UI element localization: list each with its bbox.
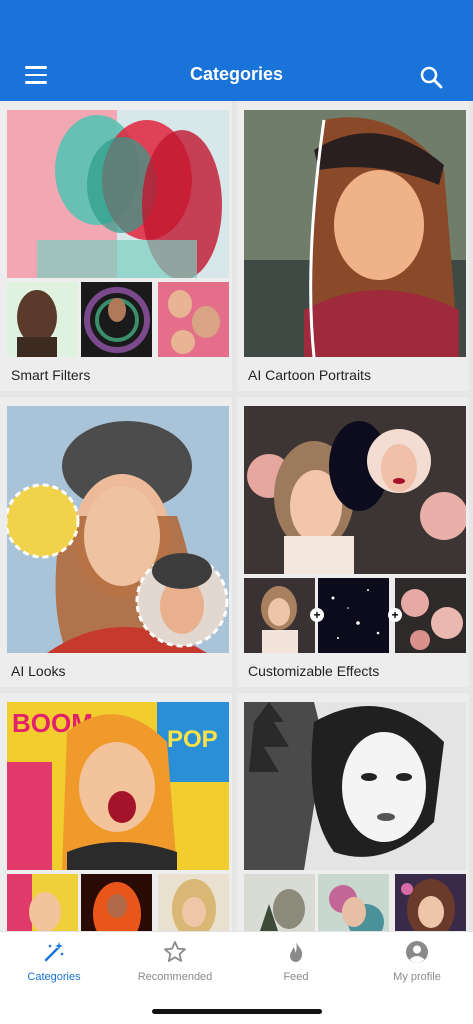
tab-categories[interactable]: Categories: [0, 940, 113, 983]
category-card-customizable-effects[interactable]: + + Customizable Effects: [237, 397, 469, 687]
category-card-ai-looks[interactable]: AI Looks: [0, 397, 232, 687]
category-card-ai-cartoon-portraits[interactable]: AI Cartoon Portraits: [237, 101, 469, 391]
plus-icon: +: [310, 608, 324, 622]
app-header: Categories: [0, 0, 473, 101]
tab-label: Feed: [283, 971, 309, 983]
category-thumbnail: [244, 578, 315, 653]
category-thumbnail: [395, 874, 466, 931]
category-label: Customizable Effects: [248, 663, 380, 679]
plus-icon: +: [388, 608, 402, 622]
star-icon: [164, 941, 186, 962]
flame-icon: [290, 942, 303, 962]
category-card-double-exposure[interactable]: [237, 693, 469, 931]
category-thumbnail: [318, 874, 389, 931]
category-thumbnail: [158, 282, 229, 357]
category-card-smart-filters[interactable]: Smart Filters: [0, 101, 232, 391]
tab-label: Recommended: [137, 971, 213, 983]
category-thumbnail: [81, 282, 152, 357]
tab-label: Categories: [27, 971, 81, 983]
category-grid: Smart Filters AI Cartoon Portraits AI Lo…: [0, 101, 473, 931]
category-thumbnail: [7, 874, 78, 931]
page-title: Categories: [189, 64, 284, 84]
category-label: AI Looks: [11, 663, 66, 679]
category-thumbnail: [81, 874, 152, 931]
category-label: Smart Filters: [11, 367, 91, 383]
search-button[interactable]: [418, 64, 444, 90]
category-card-pop-art[interactable]: BOOM POP: [0, 693, 232, 931]
category-thumbnail: [158, 874, 229, 931]
tab-my-profile[interactable]: My profile: [358, 940, 473, 983]
category-thumbnail: [395, 578, 466, 653]
category-cover-image: BOOM POP: [7, 702, 229, 870]
category-cover-image: [244, 110, 466, 357]
svg-text:POP: POP: [167, 726, 218, 753]
category-thumbnail: [318, 578, 389, 653]
avatar-icon: [406, 941, 428, 963]
category-cover-image: [244, 406, 466, 574]
category-cover-image: [7, 406, 229, 653]
magic-wand-icon: [44, 942, 64, 962]
search-icon: [420, 66, 443, 89]
category-cover-image: [244, 702, 466, 870]
home-indicator: [152, 1009, 322, 1014]
category-thumbnail: [244, 874, 315, 931]
tab-label: My profile: [393, 971, 441, 983]
tab-feed[interactable]: Feed: [237, 940, 355, 983]
tab-recommended[interactable]: Recommended: [116, 940, 234, 983]
category-cover-image: [7, 110, 229, 278]
category-label: AI Cartoon Portraits: [248, 367, 371, 383]
category-thumbnail: [7, 282, 78, 357]
